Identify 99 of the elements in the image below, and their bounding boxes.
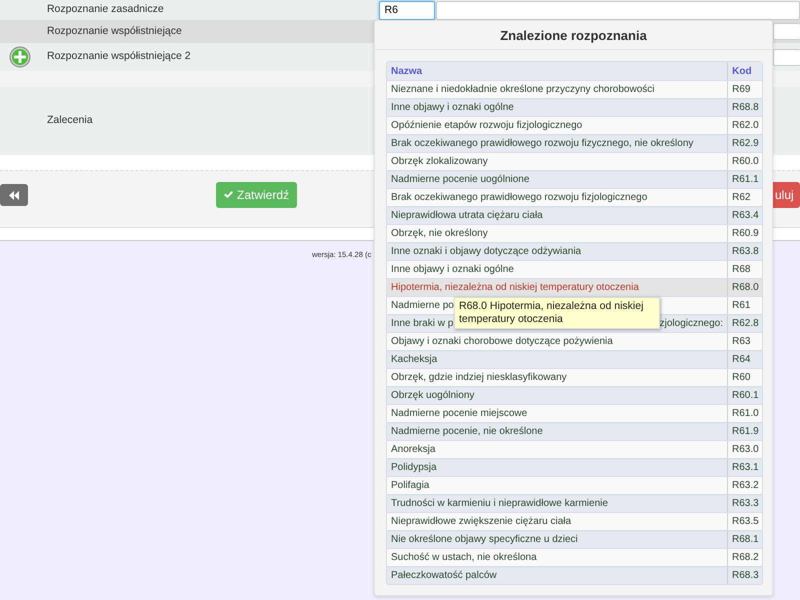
column-header: Kod xyxy=(731,64,753,78)
result-row[interactable]: Polidypsja R63.1 xyxy=(387,458,762,476)
table-cell-text: R62 xyxy=(732,191,750,205)
add-icon[interactable] xyxy=(9,46,31,68)
result-row[interactable]: Brak oczekiwanego prawidłowego rozwoju fizycznego, nie określony R62.9 xyxy=(387,134,762,152)
table-cell-text: Opóźnienie etapów rozwoju fizjologicznego xyxy=(391,119,582,133)
field-label: Rozpoznanie współistniejące xyxy=(46,24,183,39)
result-row[interactable]: Obrzęk uogólniony R60.1 xyxy=(387,386,762,404)
table-cell-text: Brak oczekiwanego prawidłowego rozwoju fizjologicznego xyxy=(391,191,648,205)
result-row[interactable]: Trudności w karmieniu i nieprawidłowe karmienie R63.3 xyxy=(387,494,762,512)
field-label: Rozpoznanie współistniejące 2 xyxy=(46,49,192,64)
table-cell-text: R68 xyxy=(732,263,750,277)
table-cell-text: Inne oznaki i objawy dotyczące odżywiania xyxy=(391,245,582,259)
input-field[interactable] xyxy=(773,23,800,40)
table-cell-text: R62.9 xyxy=(732,137,759,151)
table-cell-text: R63.0 xyxy=(732,443,759,457)
tooltip: R68.0 Hipotermia, niezależna od niskiej temperatury otoczenia xyxy=(454,297,660,329)
result-row[interactable]: Anoreksja R63.0 xyxy=(387,440,762,458)
result-row[interactable]: Inne oznaki i objawy dotyczące odżywiania R63.8 xyxy=(387,242,762,260)
table-cell-text: Objawy i oznaki chorobowe dotyczące pożywienia xyxy=(391,335,613,349)
table-cell-text: Anoreksja xyxy=(391,443,436,457)
table-cell-text: R63.2 xyxy=(732,479,759,493)
table-cell-text: Trudności w karmieniu i nieprawidłowe karmienie xyxy=(391,497,608,511)
result-row[interactable]: Obrzęk, nie określony R60.9 xyxy=(387,224,762,242)
table-cell-text: Obrzęk, nie określony xyxy=(391,227,488,241)
table-cell-text: R61.0 xyxy=(732,407,759,421)
result-row[interactable]: Opóźnienie etapów rozwoju fizjologicznego R62.0 xyxy=(387,116,762,134)
table-cell-text: Pałeczkowatość palców xyxy=(391,569,497,583)
table-cell-text: R62.0 xyxy=(732,119,759,133)
table-cell-text: R60 xyxy=(732,371,750,385)
result-row[interactable]: Suchość w ustach, nie określona R68.2 xyxy=(387,548,762,566)
table-cell-text: Obrzęk zlokalizowany xyxy=(391,155,488,169)
input-field[interactable]: R6 xyxy=(379,0,436,20)
result-row[interactable]: Nadmierne pocenie miejscowe R61.0 xyxy=(387,404,762,422)
result-row[interactable]: Objawy i oznaki chorobowe dotyczące pożywienia R63 xyxy=(387,332,762,350)
table-cell-text: Nadmierne pocenie miejscowe xyxy=(391,407,528,421)
result-row[interactable]: Nadmierne pocenie, nie określone R61.9 xyxy=(387,422,762,440)
result-row[interactable]: Obrzęk, gdzie indziej niesklasyfikowany R60 xyxy=(387,368,762,386)
field-label: Rozpoznanie zasadnicze xyxy=(46,2,165,18)
table-cell-text: Brak oczekiwanego prawidłowego rozwoju fizycznego, nie określony xyxy=(391,137,694,151)
table-cell-text: R68.1 xyxy=(732,533,759,547)
table-cell-text: Obrzęk, gdzie indziej niesklasyfikowany xyxy=(391,371,567,385)
table-cell-text: R64 xyxy=(732,353,750,367)
table-cell-text: R63.4 xyxy=(732,209,759,223)
table-cell-text: Nie określone objawy specyficzne u dzieci xyxy=(391,533,578,547)
table-cell-text: zjologicznego: xyxy=(660,317,723,331)
table-cell-text: Nieznane i niedokładnie określone przyczyny chorobowości xyxy=(391,83,654,97)
check-icon xyxy=(224,191,233,199)
table-cell-text: R68.3 xyxy=(732,569,759,583)
result-row[interactable]: Nieprawidłowe zwiększenie ciężaru ciała R63.5 xyxy=(387,512,762,530)
cancel-button[interactable]: uluj xyxy=(773,182,800,208)
table-cell-text: Polidypsja xyxy=(391,461,437,475)
table-cell-text: Kacheksja xyxy=(391,353,438,367)
table-cell-text: R60.9 xyxy=(732,227,759,241)
table-cell-text: Nadmierne pocenie, nie określone xyxy=(391,425,543,439)
table-cell-text: R68.8 xyxy=(732,101,759,115)
table-cell-text: R61 xyxy=(732,299,750,313)
table-cell-text: R68.0 xyxy=(732,281,759,295)
popup-title: Znalezione rozpoznania xyxy=(375,21,772,50)
result-row[interactable]: Brak oczekiwanego prawidłowego rozwoju fizjologicznego R62 xyxy=(387,188,762,206)
table-cell-text: R63.3 xyxy=(732,497,759,511)
result-row[interactable]: Nieprawidłowa utrata ciężaru ciała R63.4 xyxy=(387,206,762,224)
result-row[interactable]: Pałeczkowatość palców R68.3 xyxy=(387,566,762,584)
table-cell-text: Nadmierne pocenie uogólnione xyxy=(391,173,530,187)
table-cell-text: Nadmierne po xyxy=(391,299,454,313)
table-cell-text: Nieprawidłowe zwiększenie ciężaru ciała xyxy=(391,515,572,529)
table-cell-text: R61.9 xyxy=(732,425,759,439)
table-cell-text: Inne braki w p xyxy=(391,317,454,331)
table-cell-text: R68.2 xyxy=(732,551,759,565)
table-cell-text: Inne objawy i oznaki ogólne xyxy=(391,101,514,115)
result-row[interactable]: Nie określone objawy specyficzne u dzieci R68.1 xyxy=(387,530,762,548)
result-row[interactable]: Obrzęk zlokalizowany R60.0 xyxy=(387,152,762,170)
table-cell-text: R63.1 xyxy=(732,461,759,475)
table-cell-text: R69 xyxy=(732,83,750,97)
table-cell-text: Polifagia xyxy=(391,479,430,493)
table-cell-text: Nieprawidłowa utrata ciężaru ciała xyxy=(391,209,543,223)
result-row[interactable]: Hipotermia, niezależna od niskiej temperatury otoczenia R68.0 xyxy=(387,278,762,296)
input-field[interactable] xyxy=(773,48,800,66)
back-button[interactable] xyxy=(0,184,28,206)
field-label: Zalecenia xyxy=(46,113,94,128)
table-cell-text: R63 xyxy=(732,335,750,349)
table-cell-text: Suchość w ustach, nie określona xyxy=(391,551,537,565)
result-row[interactable]: Inne objawy i oznaki ogólne R68 xyxy=(387,260,762,278)
result-row[interactable]: Polifagia R63.2 xyxy=(387,476,762,494)
table-cell-text: Hipotermia, niezależna od niskiej temperatury otoczenia xyxy=(391,281,639,295)
table-cell-text: R62.8 xyxy=(732,317,759,331)
result-row[interactable]: Kacheksja R64 xyxy=(387,350,762,368)
table-cell-text: R63.8 xyxy=(732,245,759,259)
table-cell-text: R60.1 xyxy=(732,389,759,403)
table-cell-text: R60.0 xyxy=(732,155,759,169)
table-cell-text: R61.1 xyxy=(732,173,759,187)
table-cell-text: Obrzęk uogólniony xyxy=(391,389,474,403)
input-field[interactable] xyxy=(436,0,800,20)
result-row[interactable]: Nieznane i niedokładnie określone przyczyny chorobowości R69 xyxy=(387,80,762,98)
table-cell-text: Inne objawy i oznaki ogólne xyxy=(391,263,514,277)
result-row[interactable]: Nadmierne pocenie uogólnione R61.1 xyxy=(387,170,762,188)
rewind-icon xyxy=(9,190,19,200)
result-row[interactable]: Inne objawy i oznaki ogólne R68.8 xyxy=(387,98,762,116)
table-cell-text: R63.5 xyxy=(732,515,759,529)
